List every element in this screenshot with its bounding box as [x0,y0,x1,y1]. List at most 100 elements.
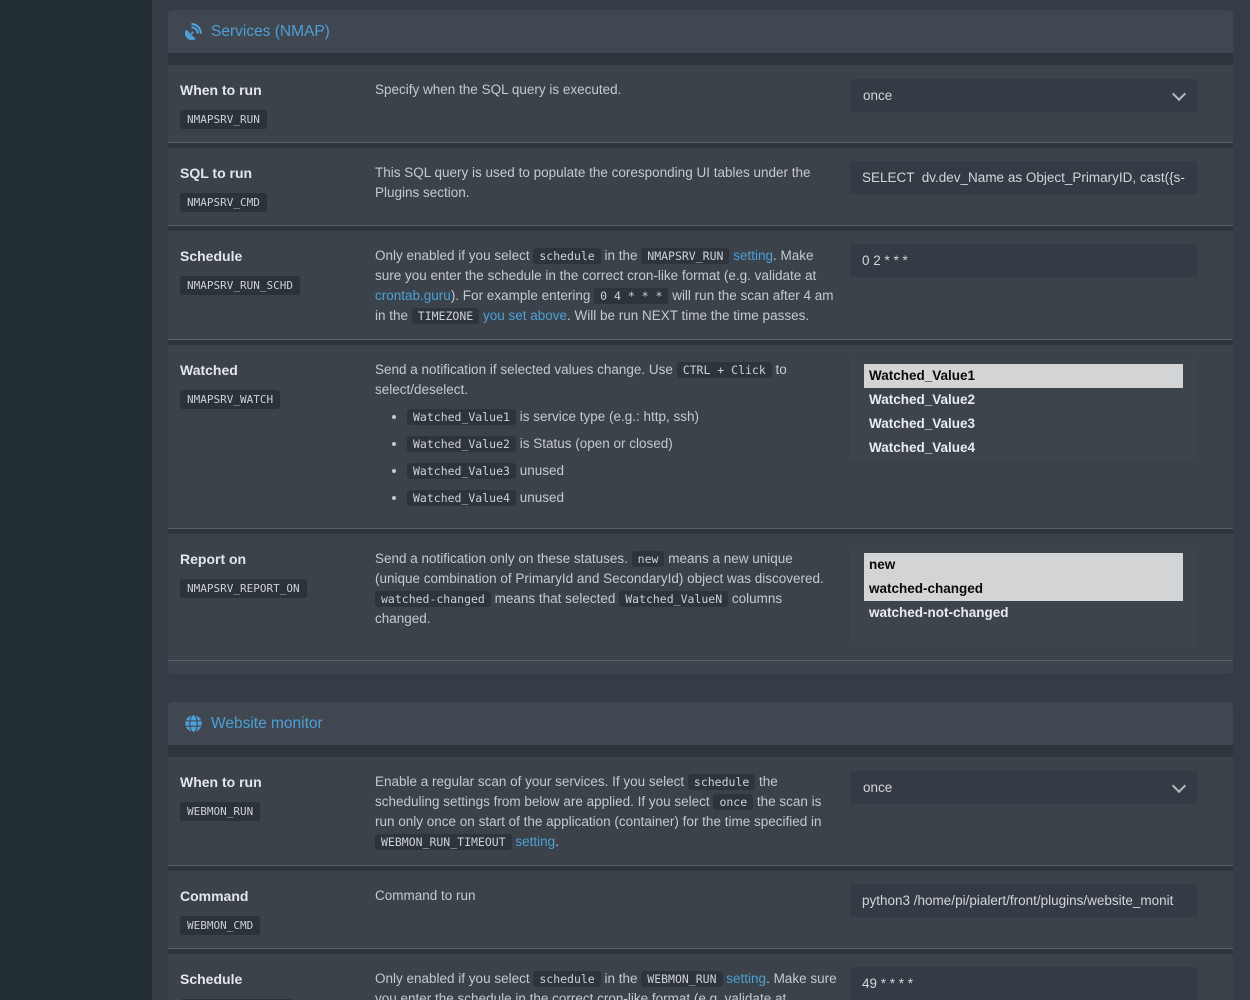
setting-row-nmapsrv-cmd: SQL to runNMAPSRV_CMDThis SQL query is u… [168,148,1233,225]
setting-row-nmapsrv-run: When to runNMAPSRV_RUNSpecify when the S… [168,65,1233,142]
nmapsrv-run-schd-input[interactable] [850,244,1197,277]
globe-icon [185,715,202,732]
setting-control: once [850,78,1197,112]
description-link[interactable]: you set above [483,308,567,323]
listbox-option[interactable]: Watched_Value2 [864,388,1183,412]
setting-name: When to run [180,81,375,100]
inline-code: NMAPSRV_RUN [641,248,729,264]
description-text: in the [601,971,642,986]
setting-control [850,244,1197,277]
inline-code: watched-changed [375,591,491,607]
section-body: When to run NMAPSRV_RUN Specify when the S… [168,65,1233,674]
description-text: This SQL query is used to populate the c… [375,165,811,200]
setting-name: Command [180,887,375,906]
card-gap [168,745,1233,757]
setting-description: Only enabled if you select schedule in t… [375,244,850,326]
setting-description: Only enabled if you select schedule in t… [375,967,850,1000]
inline-code: new [632,551,665,567]
description-link[interactable]: setting [726,971,766,986]
description-text: Only enabled if you select [375,971,533,986]
description-text: Specify when the SQL query is executed. [375,82,621,97]
setting-name-column: SQL to runNMAPSRV_CMD [180,161,375,212]
description-text: is service type (e.g.: http, ssh) [516,409,699,424]
services-nmap-card: Services (NMAP) When to run NMAPSRV_RUN Spe… [168,10,1233,674]
setting-code-tag: NMAPSRV_REPORT_ON [180,579,307,598]
setting-description: Command to run [375,884,850,906]
setting-control [850,884,1197,917]
setting-control: once [850,770,1197,804]
setting-name-column: Command WEBMON_CMD [180,884,375,935]
nmapsrv-cmd-input[interactable] [850,161,1197,194]
listbox-option[interactable]: new [864,553,1183,577]
description-link[interactable]: setting [515,834,555,849]
description-text: in the [601,248,642,263]
nmapsrv-run-select[interactable]: once [850,79,1197,112]
section-header: Website monitor [168,702,1233,745]
chevron-down-icon [1172,86,1186,100]
setting-name: Schedule [180,970,375,989]
setting-name: Watched [180,361,375,380]
inline-code: schedule [533,971,600,987]
listbox-option[interactable]: Watched_Value1 [864,364,1183,388]
inline-code: Watched_Value2 [407,436,516,452]
description-link[interactable]: crontab.guru [375,288,451,303]
setting-name: Schedule [180,247,375,266]
section-title: Website monitor [211,715,323,733]
section-title: Services (NMAP) [211,23,330,41]
setting-name: Report on [180,550,375,569]
inline-code: Watched_Value1 [407,409,516,425]
inline-code: CTRL + Click [677,362,772,378]
setting-code-tag: NMAPSRV_WATCH [180,390,280,409]
description-text: means that selected [491,591,619,606]
setting-control [850,967,1197,1000]
description-text: Only enabled if you select [375,248,533,263]
card-gap [168,53,1233,65]
setting-description: This SQL query is used to populate the c… [375,161,850,203]
setting-row-webmon-run-schd: ScheduleWEBMON_RUN_SCHDOnly enabled if y… [168,954,1233,1000]
description-link[interactable]: setting [733,248,773,263]
setting-code-tag: WEBMON_CMD [180,916,260,935]
listbox-option[interactable]: watched-not-changed [864,601,1183,625]
section-body: When to runWEBMON_RUNEnable a regular sc… [168,757,1233,1000]
inline-code: Watched_Value4 [407,490,516,506]
description-text: unused [516,490,564,505]
select-value: once [863,780,892,795]
card-bottom-edge [168,660,1233,674]
nmapsrv-watch-listbox[interactable]: Watched_Value1Watched_Value2Watched_Valu… [850,358,1197,460]
setting-name-column: Watched NMAPSRV_WATCH [180,358,375,409]
nmapsrv-report-on-listbox[interactable]: newwatched-changedwatched-not-changed [850,547,1197,647]
inline-code: schedule [533,248,600,264]
website-monitor-card: Website monitor When to runWEBMON_RUNEnab… [168,702,1233,1000]
description-text: Command to run [375,888,476,903]
setting-row-webmon-run: When to runWEBMON_RUNEnable a regular sc… [168,757,1233,865]
description-text: Send a notification if selected values c… [375,362,677,377]
setting-name: When to run [180,773,375,792]
setting-row-nmapsrv-report-on: Report onNMAPSRV_REPORT_ONSend a notific… [168,534,1233,660]
description-text: Enable a regular scan of your services. … [375,774,688,789]
setting-description: Specify when the SQL query is executed. [375,78,850,100]
listbox-option[interactable]: watched-changed [864,577,1183,601]
setting-row-webmon-cmd: Command WEBMON_CMD Command to run [168,871,1233,948]
description-text: ). For example entering [451,288,594,303]
setting-control: Watched_Value1Watched_Value2Watched_Valu… [850,358,1197,460]
setting-control [850,161,1197,194]
list-item: Watched_Value1 is service type (e.g.: ht… [407,407,840,427]
webmon-run-select[interactable]: once [850,771,1197,804]
setting-description: Enable a regular scan of your services. … [375,770,850,852]
description-text: . Will be run NEXT time the time passes. [567,308,809,323]
setting-row-nmapsrv-run-schd: ScheduleNMAPSRV_RUN_SCHDOnly enabled if … [168,231,1233,339]
setting-name-column: When to runWEBMON_RUN [180,770,375,821]
webmon-cmd-input[interactable] [850,884,1197,917]
list-item: Watched_Value4 unused [407,488,840,508]
setting-name-column: ScheduleWEBMON_RUN_SCHD [180,967,375,1000]
setting-name: SQL to run [180,164,375,183]
listbox-option[interactable]: Watched_Value3 [864,412,1183,436]
inline-code: Watched_ValueN [619,591,728,607]
listbox-option[interactable]: Watched_Value4 [864,436,1183,460]
list-item: Watched_Value2 is Status (open or closed… [407,434,840,454]
sidebar [0,0,152,1000]
inline-code: 0 4 * * * [594,288,668,304]
setting-name-column: ScheduleNMAPSRV_RUN_SCHD [180,244,375,295]
webmon-run-schd-input[interactable] [850,967,1197,1000]
inline-code: schedule [688,774,755,790]
